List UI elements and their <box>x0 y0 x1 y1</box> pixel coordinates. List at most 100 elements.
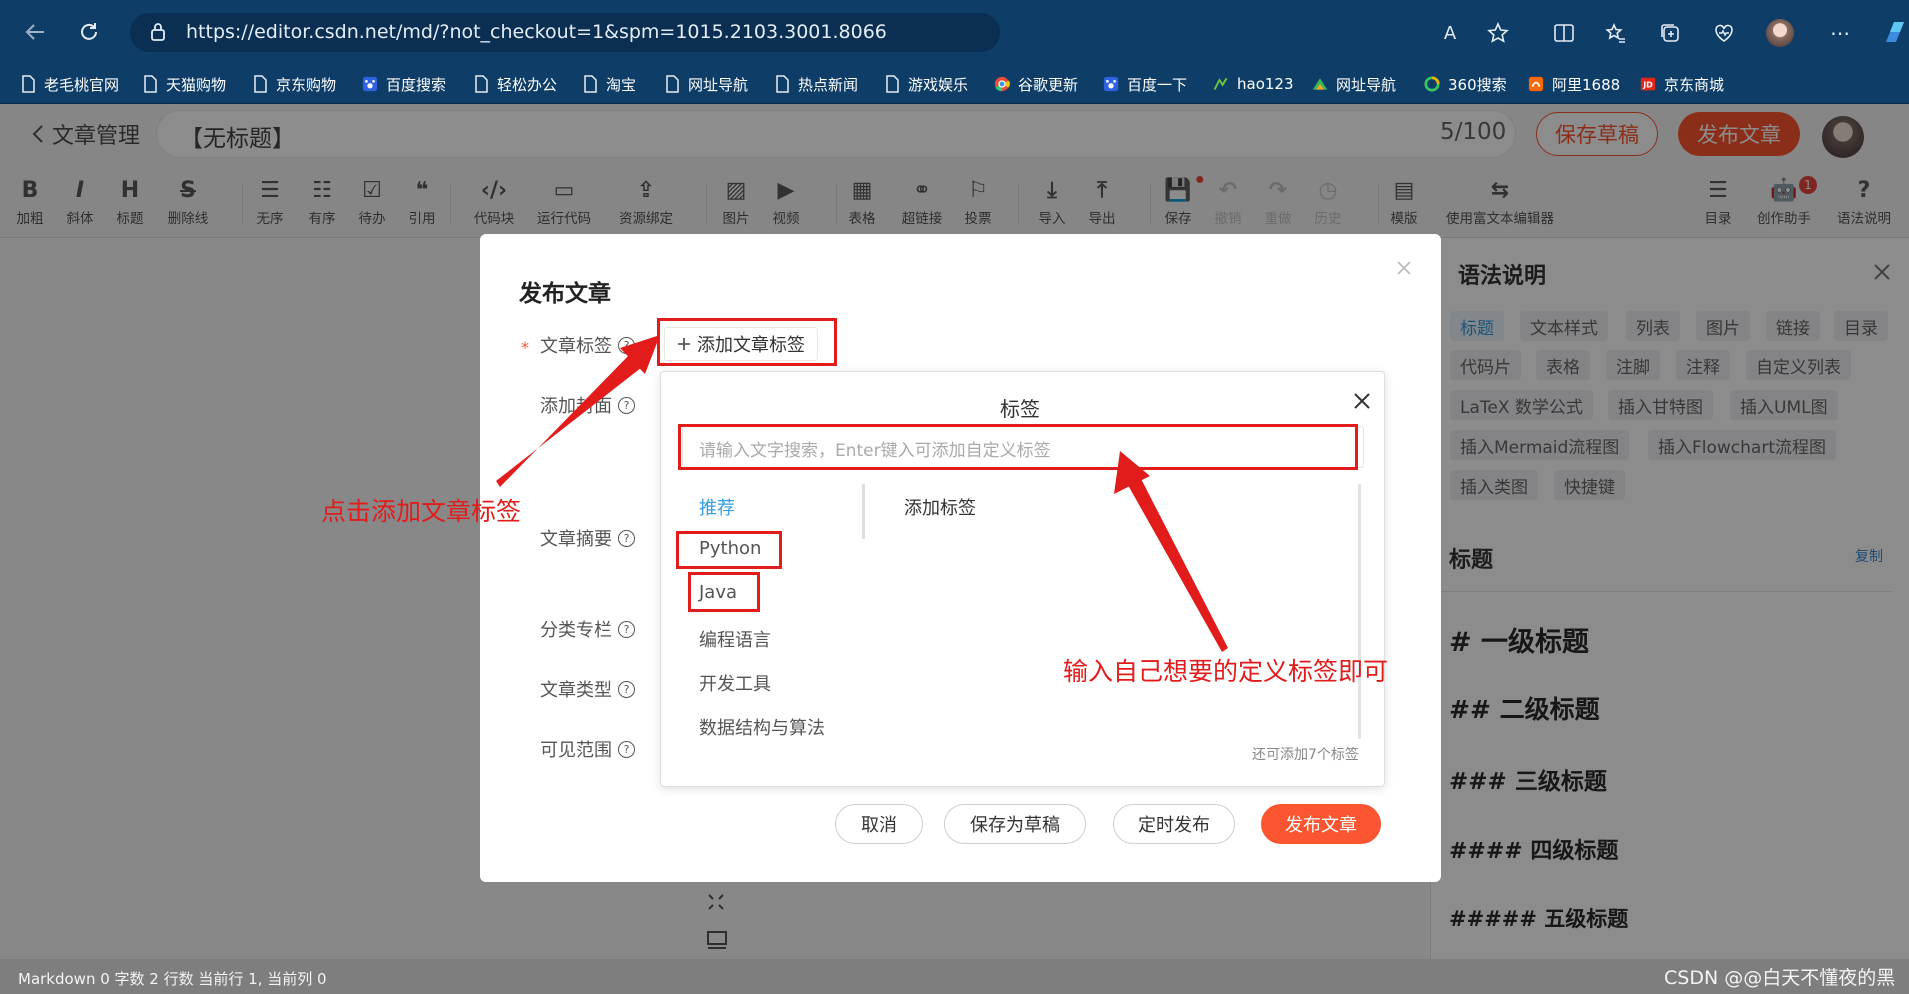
tag-category-recommended[interactable]: 推荐 <box>699 494 735 520</box>
collections-icon[interactable] <box>1656 19 1684 47</box>
bookmark-item[interactable]: 老毛桃官网 <box>20 72 119 96</box>
field-label: 文章标签 <box>540 336 612 357</box>
field-cover-label: 添加封面 ? <box>540 392 635 418</box>
field-category-label: 分类专栏 ? <box>540 616 635 642</box>
field-visibility-label: 可见范围 ? <box>540 736 635 762</box>
bookmark-item[interactable]: 热点新闻 <box>774 72 858 96</box>
page-icon <box>884 75 900 93</box>
refresh-icon[interactable] <box>74 14 104 50</box>
chrome-icon <box>994 75 1010 93</box>
highlight-add-tag <box>657 318 837 366</box>
copilot-icon[interactable] <box>1880 18 1909 48</box>
help-icon[interactable]: ? <box>618 529 635 547</box>
annotation-add-tag: 点击添加文章标签 <box>321 497 522 526</box>
bookmark-item[interactable]: 阿里1688 <box>1528 72 1620 96</box>
tag-category-algorithms[interactable]: 数据结构与算法 <box>699 714 825 740</box>
status-text: Markdown 0 字数 2 行数 当前行 1, 当前列 0 <box>18 970 327 988</box>
page-icon <box>664 75 680 93</box>
page-icon <box>252 75 268 93</box>
bookmark-item[interactable]: 网址导航 <box>664 72 748 96</box>
required-mark: * <box>521 338 529 357</box>
nav-site-icon <box>1312 75 1328 93</box>
schedule-publish-button[interactable]: 定时发布 <box>1113 804 1235 844</box>
bookmark-label: 网址导航 <box>1336 75 1397 94</box>
jd-icon: JD <box>1640 75 1656 93</box>
highlight-java <box>688 572 760 612</box>
bookmark-item[interactable]: 京东购物 <box>252 72 336 96</box>
tag-category-languages[interactable]: 编程语言 <box>699 626 771 652</box>
close-icon[interactable] <box>1396 260 1416 280</box>
bookmark-item[interactable]: 谷歌更新 <box>994 72 1078 96</box>
bookmark-label: 网址导航 <box>688 75 749 94</box>
bookmark-label: 京东购物 <box>276 75 337 94</box>
bookmark-item[interactable]: 游戏娱乐 <box>884 72 968 96</box>
baidu-icon <box>1103 75 1119 93</box>
1688-icon <box>1528 75 1544 93</box>
help-icon[interactable]: ? <box>618 740 635 758</box>
annotation-custom-tag: 输入自己想要的定义标签即可 <box>1063 657 1389 686</box>
add-tag-heading: 添加标签 <box>904 498 976 519</box>
bookmark-item[interactable]: 轻松办公 <box>473 72 557 96</box>
bookmark-label: 热点新闻 <box>798 75 859 94</box>
bookmark-item[interactable]: 百度搜索 <box>362 72 446 96</box>
page-icon <box>582 75 598 93</box>
bookmark-label: 京东商城 <box>1664 75 1725 94</box>
page-icon <box>774 75 790 93</box>
bookmark-item[interactable]: 百度一下 <box>1103 72 1187 96</box>
profile-avatar[interactable] <box>1766 19 1794 47</box>
bookmark-item[interactable]: JD 京东商城 <box>1640 72 1724 96</box>
remaining-tags-hint: 还可添加7个标签 <box>1252 747 1359 763</box>
favorites-icon[interactable] <box>1602 19 1630 47</box>
bookmark-label: 淘宝 <box>606 75 637 94</box>
help-icon[interactable]: ? <box>618 336 635 354</box>
svg-text:JD: JD <box>1642 81 1653 90</box>
split-screen-icon[interactable] <box>1550 19 1578 47</box>
favorite-star-icon[interactable] <box>1484 19 1512 47</box>
browser-essentials-icon[interactable] <box>1710 19 1738 47</box>
close-icon[interactable] <box>1353 392 1371 410</box>
highlight-python <box>676 531 782 569</box>
help-icon[interactable]: ? <box>618 620 635 638</box>
bookmark-label: 老毛桃官网 <box>44 75 120 94</box>
more-menu-icon[interactable]: ⋯ <box>1826 19 1854 47</box>
tag-category-dev-tools[interactable]: 开发工具 <box>699 670 771 696</box>
bookmark-label: 轻松办公 <box>497 75 558 94</box>
highlight-search-input <box>678 424 1358 470</box>
bookmark-item[interactable]: 360搜索 <box>1424 72 1507 96</box>
page-icon <box>473 75 489 93</box>
read-aloud-icon[interactable]: A <box>1436 19 1464 47</box>
360-icon <box>1424 75 1440 93</box>
bookmark-label: 百度搜索 <box>386 75 447 94</box>
cancel-button[interactable]: 取消 <box>835 804 923 844</box>
dialog-title: 发布文章 <box>519 281 611 307</box>
bookmark-label: 谷歌更新 <box>1018 75 1079 94</box>
field-tags-label: 文章标签 ? <box>540 332 635 358</box>
field-label: 分类专栏 <box>540 620 612 641</box>
bookmark-label: 游戏娱乐 <box>908 75 969 94</box>
bookmark-label: 百度一下 <box>1127 75 1188 94</box>
bookmark-label: 360搜索 <box>1448 75 1507 94</box>
scrollbar[interactable] <box>1358 484 1361 739</box>
publish-article-button[interactable]: 发布文章 <box>1261 804 1381 844</box>
category-divider <box>862 484 865 539</box>
bookmark-item[interactable]: 淘宝 <box>582 72 636 96</box>
lock-icon[interactable] <box>150 22 166 42</box>
tag-picker-title: 标签 <box>1000 397 1040 421</box>
bookmark-label: 天猫购物 <box>166 75 227 94</box>
watermark: CSDN @@白天不懂夜的黑 <box>1664 967 1896 989</box>
hao123-icon <box>1213 75 1229 93</box>
page-icon <box>20 75 36 93</box>
bookmark-label: hao123 <box>1237 75 1294 93</box>
save-as-draft-button[interactable]: 保存为草稿 <box>944 804 1086 844</box>
bookmark-item[interactable]: 天猫购物 <box>142 72 226 96</box>
field-summary-label: 文章摘要 ? <box>540 525 635 551</box>
back-arrow-icon[interactable] <box>20 14 50 50</box>
url-text[interactable]: https://editor.csdn.net/md/?not_checkout… <box>186 21 887 43</box>
help-icon[interactable]: ? <box>618 680 635 698</box>
field-label: 文章类型 <box>540 680 612 701</box>
bookmark-item[interactable]: 网址导航 <box>1312 72 1396 96</box>
bookmark-label: 阿里1688 <box>1552 75 1621 94</box>
field-label: 文章摘要 <box>540 529 612 550</box>
bookmark-item[interactable]: hao123 <box>1213 72 1294 96</box>
help-icon[interactable]: ? <box>618 396 635 414</box>
